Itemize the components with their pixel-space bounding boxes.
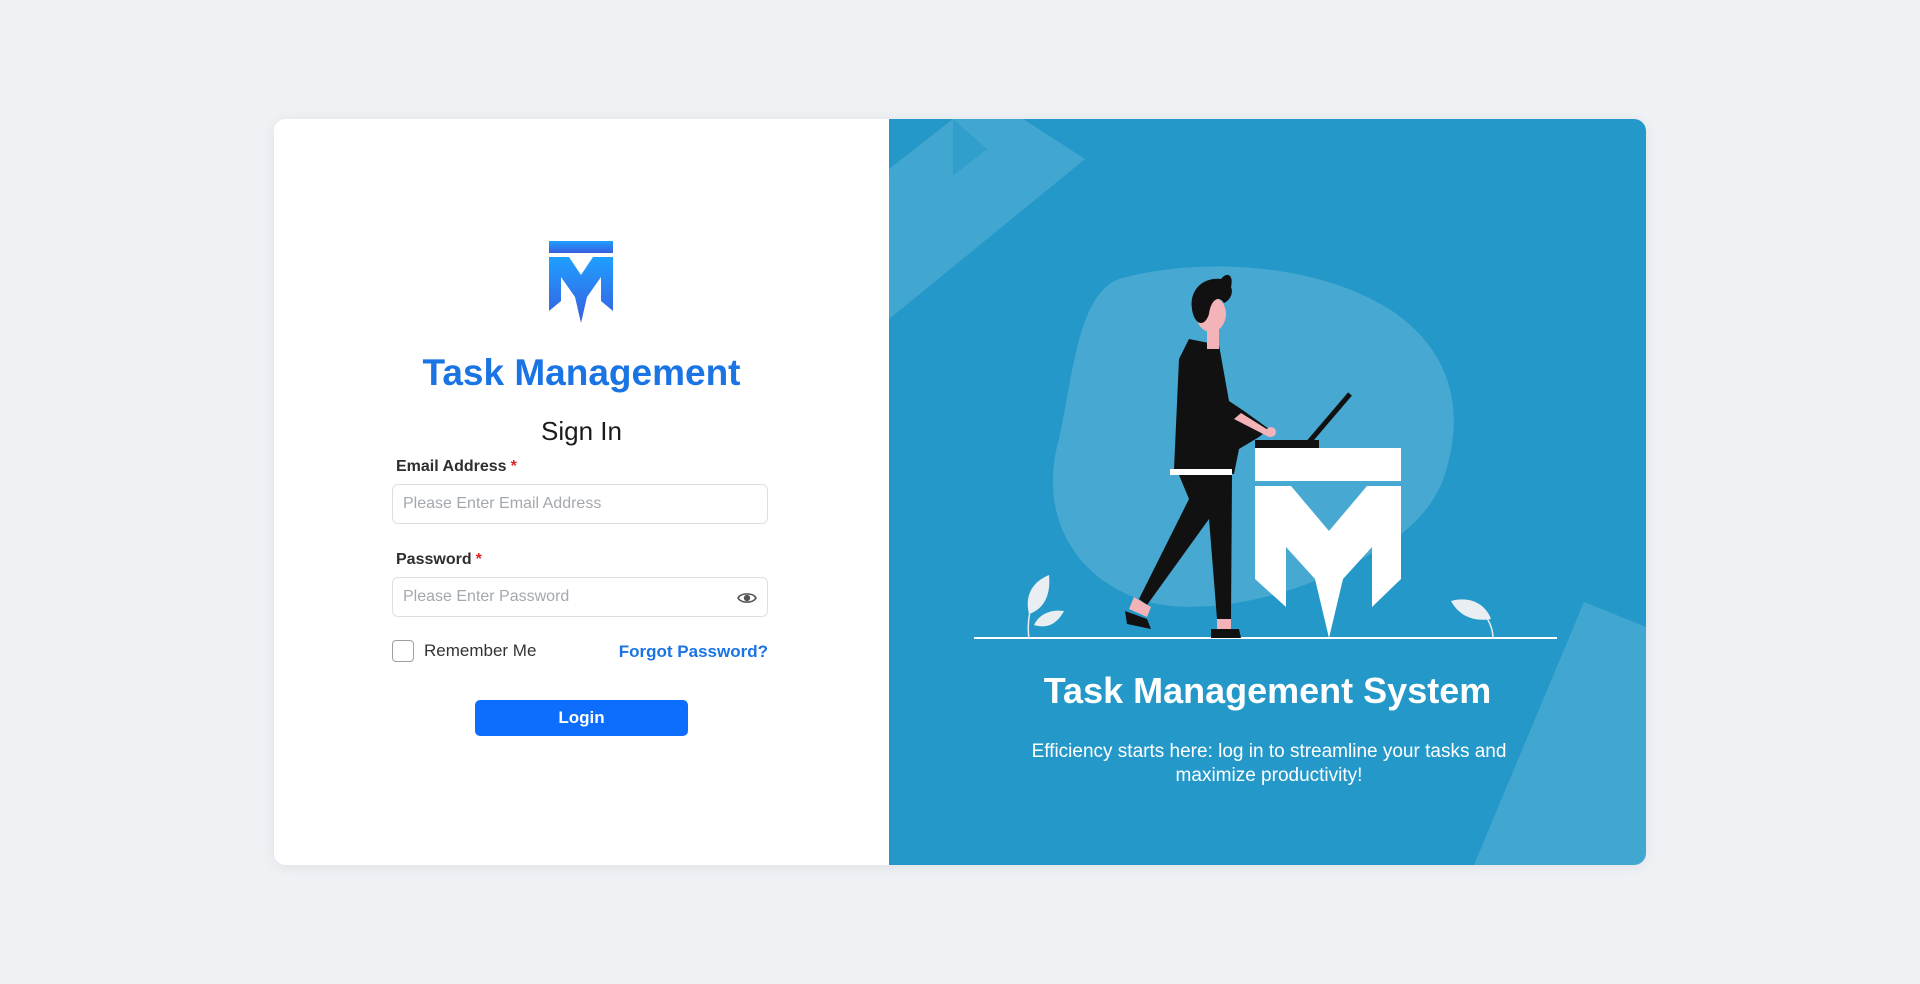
hero-panel: Task Management System Efficiency starts… [889, 119, 1646, 865]
signin-heading: Sign In [541, 416, 622, 446]
remember-label: Remember Me [424, 641, 537, 660]
eye-icon[interactable] [737, 588, 757, 608]
email-label-text: Email Address [396, 458, 507, 475]
forgot-password-link[interactable]: Forgot Password? [619, 642, 768, 662]
tm-podium-icon [1255, 448, 1401, 638]
login-card: Task Management Sign In Email Address * P… [274, 119, 1646, 865]
login-button[interactable]: Login [475, 700, 688, 736]
signin-panel: Task Management Sign In Email Address * P… [274, 119, 889, 865]
background-corner-shape [1474, 602, 1646, 865]
password-field [392, 577, 768, 617]
remember-me[interactable]: Remember Me [392, 640, 536, 662]
remember-checkbox[interactable] [392, 640, 414, 662]
email-input[interactable] [393, 485, 733, 523]
hero-description: Efficiency starts here: log in to stream… [1031, 741, 1507, 786]
brand-title: Task Management [422, 352, 741, 393]
password-input[interactable] [393, 578, 733, 616]
email-label: Email Address * [396, 458, 517, 476]
required-mark: * [510, 458, 517, 475]
password-label-text: Password [396, 551, 472, 568]
leaf-left-icon [1027, 575, 1064, 640]
hero-title: Task Management System [1043, 670, 1492, 711]
tm-logo-icon [549, 241, 613, 323]
email-field [392, 484, 768, 524]
password-label: Password * [396, 551, 482, 569]
required-mark: * [475, 551, 482, 568]
leaf-right-icon [1451, 599, 1494, 640]
